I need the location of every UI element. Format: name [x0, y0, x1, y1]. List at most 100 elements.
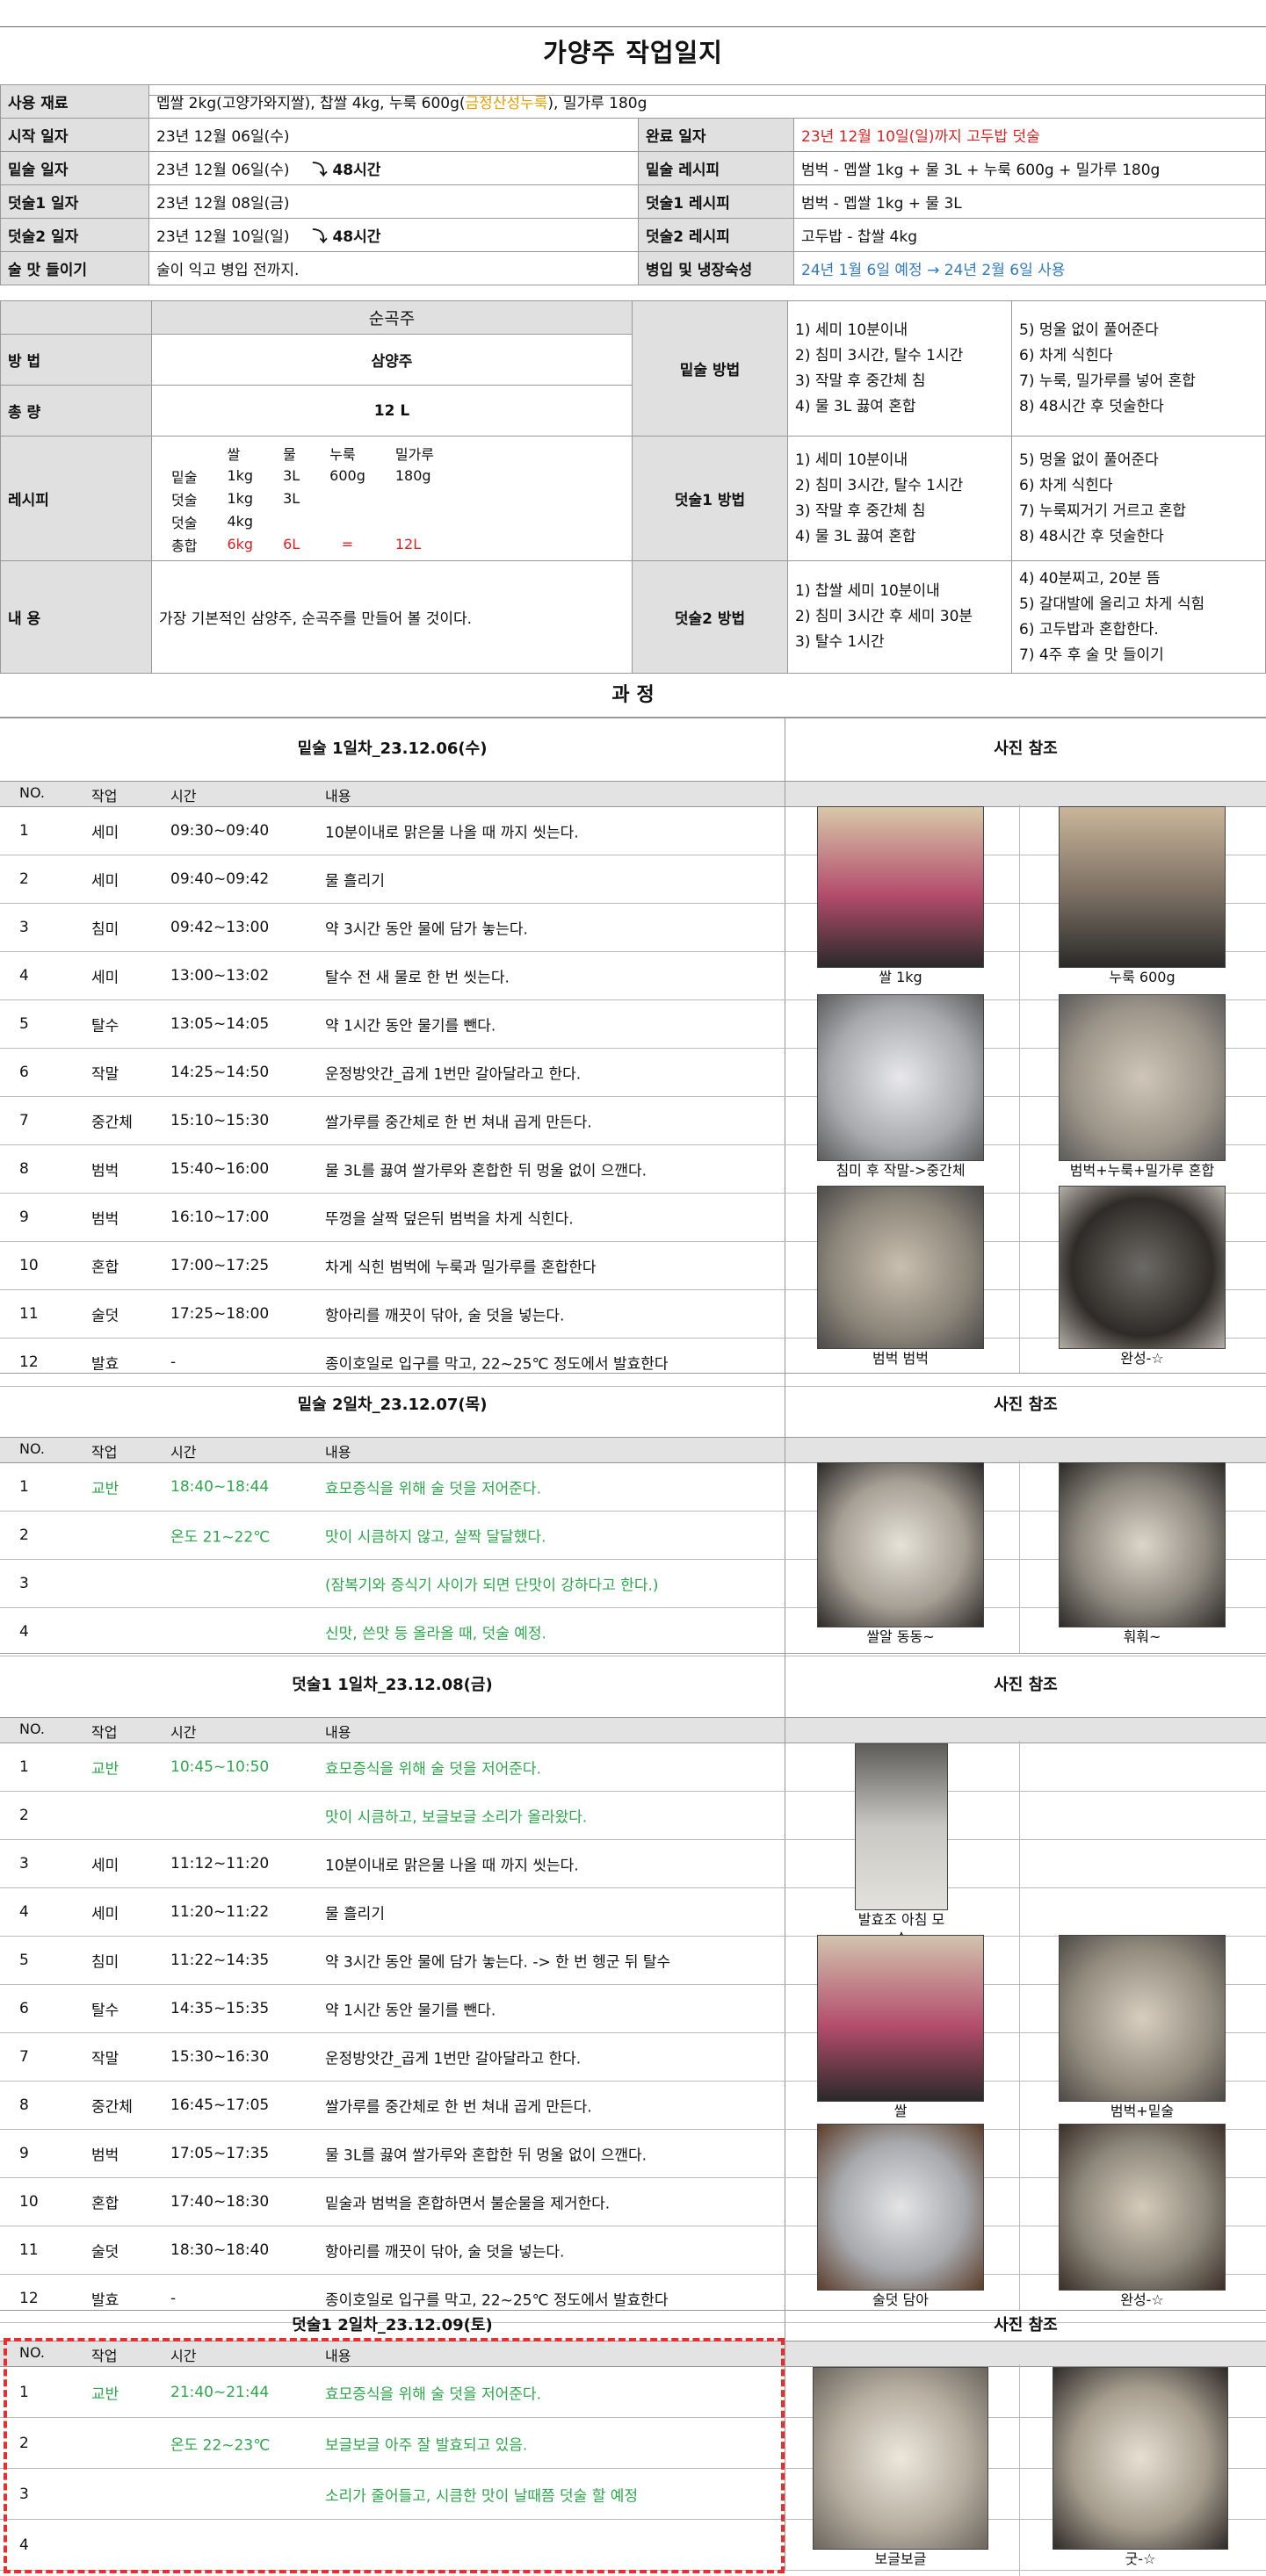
row-time: 15:30~16:30 — [170, 2048, 270, 2066]
row-time: 17:40~18:30 — [170, 2193, 270, 2211]
recipe-table-cell: 쌀 물 누룩 밀가루 밑술 1kg 3L 600g 180g 덧술 1kg 3L 덧술 4kg 총합… — [151, 436, 633, 561]
add1-recipe-label: 덧술1 레시피 — [638, 184, 794, 219]
row-content: (잠복기와 증식기 사이가 되면 단맛이 강하다고 한다.) — [325, 1577, 659, 1595]
row-time: 17:05~17:35 — [170, 2145, 270, 2162]
photo-image — [817, 1186, 984, 1349]
taste-value: 술이 익고 병입 전까지. — [148, 251, 639, 285]
row-content: 쌀가루를 중간체로 한 번 쳐내 곱게 만든다. — [325, 1114, 592, 1132]
add2-date-value: 23년 12월 10일(일) ⤵ 48시간 — [148, 218, 639, 252]
row-content: 뚜껑을 살짝 덮은뒤 범벅을 차게 식힌다. — [325, 1210, 574, 1229]
photo-caption: 쌀알 동동~ — [866, 1628, 935, 1645]
row-task: 술덧 — [91, 2243, 119, 2262]
day-4-title: 덧술1 2일차_23.12.09(토) — [0, 2311, 785, 2341]
photo-column-divider — [1019, 1461, 1020, 1653]
table-row: 2 맛이 시큼하고, 보글보글 소리가 올라왔다. — [0, 1792, 1266, 1840]
base-method-label: 밑술 방법 — [632, 300, 788, 437]
add2-recipe-value: 고두밥 - 찹쌀 4kg — [793, 218, 1266, 252]
photo-image — [1059, 2124, 1226, 2291]
row-time: 17:00~17:25 — [170, 1257, 270, 1274]
row-task: 교반 — [91, 1760, 119, 1779]
row-content: 운정방앗간_곱게 1번만 갈아달라고 한다. — [325, 1065, 582, 1084]
row-task: 세미 — [91, 824, 119, 842]
row-task: 세미 — [91, 872, 119, 891]
photo: 훠훠~ — [1059, 1462, 1226, 1647]
base-recipe-label: 밑술 레시피 — [638, 151, 794, 185]
add1-steps-a: 1) 세미 10분이내 2) 침미 3시간, 탈수 1시간 3) 작말 후 중간체 … — [787, 436, 1012, 561]
row-content: 물 흘리기 — [325, 1905, 385, 1923]
photo: 보글보글 — [813, 2367, 988, 2569]
row-no: 5 — [19, 1952, 29, 1969]
base-date-value: 23년 12월 06일(수) ⤵ 48시간 — [148, 151, 639, 185]
add2-steps-a: 1) 찹쌀 세미 10분이내 2) 침미 3시간 후 세미 30분 3) 탈수 1시… — [787, 560, 1012, 674]
photo: 완성-☆ — [1059, 1186, 1226, 1368]
row-task: 탈수 — [91, 2002, 119, 2020]
base-recipe-value: 범벅 - 멥쌀 1kg + 물 3L + 누룩 600g + 밀가루 180g — [793, 151, 1266, 185]
row-time: 18:40~18:44 — [170, 1478, 270, 1496]
add1-date-value: 23년 12월 08일(금) — [148, 184, 639, 219]
row-no: 1 — [19, 1478, 29, 1496]
photo-image — [817, 994, 984, 1161]
row-no: 1 — [19, 1758, 29, 1776]
photo-image — [1059, 1186, 1226, 1349]
title-bar: 가양주 작업일지 — [0, 0, 1266, 96]
row-time: 온도 21~22℃ — [170, 1528, 271, 1547]
photo: 누룩 600g — [1059, 806, 1226, 987]
recipe-table: 쌀 물 누룩 밀가루 밑술 1kg 3L 600g 180g 덧술 1kg 3L 덧술 4kg 총합… — [171, 445, 435, 554]
row-no: 7 — [19, 2048, 29, 2066]
add1-method-label: 덧술1 방법 — [632, 436, 788, 561]
row-no: 2 — [19, 1807, 29, 1824]
gap-48h-1: ⤵ 48시간 — [312, 162, 381, 179]
taste-label: 술 맛 들이기 — [0, 251, 149, 285]
photo-image — [1059, 1462, 1226, 1627]
row-task: 탈수 — [91, 1017, 119, 1035]
worklog-page: { "title": "가양주 작업일지", "info": { "materi… — [0, 0, 1266, 2576]
base-steps-b: 5) 멍울 없이 풀어준다 6) 차게 식힌다 7) 누룩, 밀가루를 넣어 혼합 8… — [1011, 300, 1266, 437]
photo-image — [817, 2124, 984, 2291]
table-row: 1 교반 10:45~10:50 효모증식을 위해 술 덧을 저어준다. — [0, 1743, 1266, 1792]
photo: 쌀 — [817, 1935, 984, 2121]
row-content: 물 흘리기 — [325, 872, 385, 891]
row-time: 13:05~14:05 — [170, 1015, 270, 1033]
base-date-label: 밑술 일자 — [0, 151, 149, 185]
highlight-dashed-box — [4, 2338, 785, 2573]
row-content: 차게 식힌 범벅에 누룩과 밀가루를 혼합한다 — [325, 1259, 597, 1277]
photo-column-divider — [1019, 2364, 1020, 2576]
row-no: 3 — [19, 919, 29, 936]
day-2-column-header: NO. 작업 시간 내용 — [0, 1437, 1266, 1463]
row-content: 맛이 시큼하지 않고, 살짝 달달했다. — [325, 1528, 546, 1547]
row-no: 12 — [19, 2290, 39, 2307]
photo-caption: 발효조 아침 모습 — [857, 1911, 945, 1947]
photo-image — [855, 1743, 948, 1910]
row-task: 범벅 — [91, 1210, 119, 1229]
row-no: 3 — [19, 1855, 29, 1872]
row-time: - — [170, 2290, 177, 2307]
row-no: 3 — [19, 1575, 29, 1592]
kind-value: 순곡주 — [151, 300, 633, 335]
content-value: 가장 기본적인 삼양주, 순곡주를 만들어 볼 것이다. — [151, 560, 633, 674]
photo-caption: 보글보글 — [874, 2551, 927, 2567]
row-content: 운정방앗간_곱게 1번만 갈아달라고 한다. — [325, 2050, 582, 2068]
photo-image — [1053, 2367, 1228, 2550]
photo-caption: 쌀 — [893, 2103, 908, 2119]
total-value: 12 L — [151, 385, 633, 437]
row-time: 11:12~11:20 — [170, 1855, 270, 1872]
row-content: 탈수 전 새 물로 한 번 씻는다. — [325, 969, 510, 987]
photo: 완성-☆ — [1059, 2124, 1226, 2310]
row-no: 2 — [19, 1526, 29, 1544]
add2-method-label: 덧술2 방법 — [632, 560, 788, 674]
row-no: 10 — [19, 2193, 39, 2211]
row-content: 물 3L를 끓여 쌀가루와 혼합한 뒤 멍울 없이 으깬다. — [325, 1162, 647, 1180]
row-task: 범벅 — [91, 2147, 119, 2165]
row-no: 10 — [19, 1257, 39, 1274]
add2-recipe-label: 덧술2 레시피 — [638, 218, 794, 252]
start-label: 시작 일자 — [0, 118, 149, 152]
row-content: 밑술과 범벅을 혼합하면서 불순물을 제거한다. — [325, 2195, 611, 2213]
photo-image — [813, 2367, 988, 2550]
photo: 쌀 1kg — [817, 806, 984, 987]
row-task: 혼합 — [91, 2195, 119, 2213]
row-no: 6 — [19, 2000, 29, 2017]
day-1-column-header: NO. 작업 시간 내용 — [0, 781, 1266, 807]
row-task: 세미 — [91, 1905, 119, 1923]
photo: 술덧 담아 — [817, 2124, 984, 2310]
row-content: 약 3시간 동안 물에 담가 놓는다. -> 한 번 헹군 뒤 탈수 — [325, 1953, 671, 1972]
